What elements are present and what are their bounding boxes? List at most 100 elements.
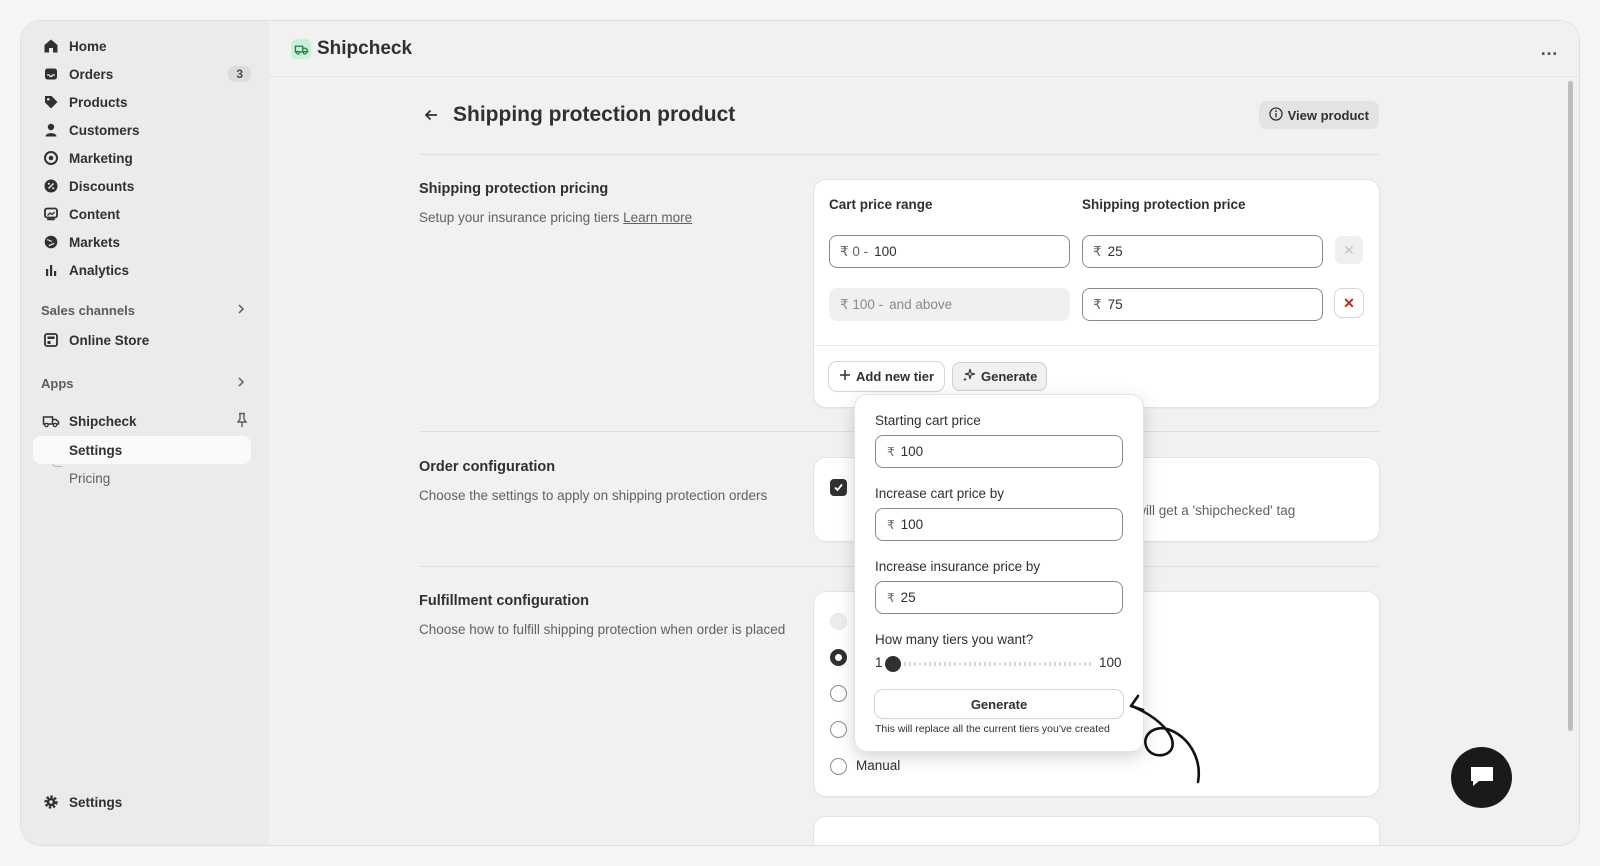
next-card	[814, 817, 1379, 845]
currency-prefix: ₹	[887, 517, 895, 532]
fulfillment-config-title: Fulfillment configuration	[419, 593, 589, 609]
nav-item-marketing[interactable]: Marketing	[33, 145, 255, 171]
page-header: Shipping protection product View product	[419, 101, 1379, 155]
section-label: Apps	[41, 376, 74, 391]
topbar: Shipcheck …	[269, 21, 1579, 77]
increase-cart-label: Increase cart price by	[875, 486, 1005, 501]
currency-prefix: ₹	[1093, 296, 1102, 312]
tiers-slider-thumb[interactable]	[885, 656, 902, 672]
remove-tier-button[interactable]: ✕	[1335, 236, 1363, 264]
pricing-desc-text: Setup your insurance pricing tiers	[419, 210, 620, 225]
learn-more-link[interactable]: Learn more	[623, 210, 692, 225]
tier-price-field[interactable]: ₹ 75	[1082, 288, 1323, 321]
fulfillment-radio[interactable]	[830, 685, 847, 702]
nav-item-products[interactable]: Products	[33, 89, 255, 115]
range-prefix: ₹ 100 -	[840, 296, 884, 312]
tier-price-field[interactable]: ₹ 25	[1082, 235, 1323, 268]
col-head-price: Shipping protection price	[1082, 197, 1246, 212]
fulfillment-radio[interactable]	[830, 613, 847, 630]
manual-option-label: Manual	[856, 758, 901, 773]
slider-min: 1	[875, 655, 883, 670]
discount-icon	[41, 176, 61, 196]
currency-prefix: ₹	[1093, 243, 1102, 259]
fulfillment-radio-manual[interactable]	[830, 758, 847, 775]
add-tier-button[interactable]: Add new tier	[829, 362, 945, 391]
target-icon	[41, 148, 61, 168]
nav-label: Markets	[69, 234, 121, 250]
increase-cart-input[interactable]: ₹ 100	[875, 508, 1123, 541]
gear-icon	[41, 792, 61, 812]
pricing-card: Cart price range Shipping protection pri…	[814, 180, 1379, 407]
scrollbar[interactable]	[1568, 81, 1573, 731]
nav-item-online-store[interactable]: Online Store	[33, 327, 255, 353]
nav-label: Online Store	[69, 332, 150, 348]
app-title-text: Shipcheck	[317, 38, 413, 59]
more-actions-button[interactable]: …	[1540, 39, 1559, 60]
order-tag-checkbox[interactable]	[830, 479, 847, 496]
screen-frame: Home Orders 3 Products Customers Marketi…	[0, 0, 1600, 866]
nav-item-orders[interactable]: Orders 3	[33, 61, 255, 87]
chat-bubble-icon	[1468, 763, 1496, 792]
order-config-desc: Choose the settings to apply on shipping…	[419, 488, 768, 503]
order-config-title: Order configuration	[419, 459, 556, 475]
nav-item-markets[interactable]: Markets	[33, 229, 255, 255]
chat-button[interactable]	[1451, 747, 1512, 808]
sub-item-label: Settings	[69, 442, 123, 458]
sub-item-pricing[interactable]: Pricing	[33, 464, 251, 492]
increase-insurance-value: 25	[900, 590, 916, 605]
increase-insurance-label: Increase insurance price by	[875, 559, 1041, 574]
tiers-slider-track[interactable]	[889, 662, 1093, 666]
tier-range-field[interactable]: ₹ 0 - 100	[829, 235, 1070, 268]
fulfillment-radio[interactable]	[830, 649, 847, 666]
checkmark-icon	[833, 480, 844, 496]
sales-channels-heading[interactable]: Sales channels	[41, 303, 247, 318]
fulfillment-config-desc: Choose how to fulfill shipping protectio…	[419, 622, 786, 637]
nav-item-customers[interactable]: Customers	[33, 117, 255, 143]
back-arrow-icon[interactable]	[423, 107, 439, 128]
starting-price-input[interactable]: ₹ 100	[875, 435, 1123, 468]
close-icon: ✕	[1343, 294, 1355, 311]
nav-label: Marketing	[69, 150, 133, 166]
nav-label: Discounts	[69, 178, 135, 194]
annotation-arrow-icon	[1129, 694, 1201, 784]
tier-range-field: ₹ 100 - and above	[829, 288, 1070, 321]
nav-item-settings[interactable]: Settings	[33, 789, 255, 815]
range-prefix: ₹ 0 -	[840, 243, 869, 259]
sidebar: Home Orders 3 Products Customers Marketi…	[21, 21, 269, 845]
sub-item-settings[interactable]: Settings	[33, 436, 251, 464]
section-label: Sales channels	[41, 303, 135, 318]
nav-item-analytics[interactable]: Analytics	[33, 257, 255, 283]
starting-price-label: Starting cart price	[875, 413, 981, 428]
nav-label: Orders	[69, 66, 114, 82]
replace-warning-note: This will replace all the current tiers …	[875, 723, 1110, 735]
slider-max: 100	[1099, 655, 1122, 670]
nav-item-content[interactable]: Content	[33, 201, 255, 227]
nav-item-home[interactable]: Home	[33, 33, 255, 59]
currency-prefix: ₹	[887, 590, 895, 605]
generate-tiers-popover: Starting cart price ₹ 100 Increase cart …	[855, 395, 1143, 751]
bar-chart-icon	[41, 260, 61, 280]
price-value: 75	[1107, 297, 1123, 312]
plus-icon	[839, 369, 851, 384]
view-product-button[interactable]: View product	[1258, 101, 1379, 129]
apps-heading[interactable]: Apps	[41, 376, 247, 391]
sparkle-icon	[962, 368, 976, 385]
generate-tiers-button[interactable]: Generate	[952, 362, 1048, 391]
popover-generate-button[interactable]: Generate	[875, 690, 1123, 718]
fulfillment-radio[interactable]	[830, 721, 847, 738]
order-tag-desc: n will get a 'shipchecked' tag	[1125, 503, 1296, 518]
remove-tier-button[interactable]: ✕	[1335, 289, 1363, 317]
page-title: Shipping protection product	[453, 103, 736, 126]
view-product-label: View product	[1287, 107, 1369, 123]
nav-item-discounts[interactable]: Discounts	[33, 173, 255, 199]
sub-item-label: Pricing	[69, 470, 111, 486]
nav-label: Home	[69, 38, 107, 54]
info-icon	[1268, 106, 1283, 124]
close-icon: ✕	[1343, 241, 1355, 258]
add-tier-label: Add new tier	[856, 369, 935, 384]
pin-icon[interactable]	[235, 412, 249, 431]
nav-item-shipcheck[interactable]: Shipcheck	[33, 408, 255, 434]
range-value: and above	[889, 297, 953, 312]
increase-insurance-input[interactable]: ₹ 25	[875, 581, 1123, 614]
increase-cart-value: 100	[900, 517, 924, 532]
